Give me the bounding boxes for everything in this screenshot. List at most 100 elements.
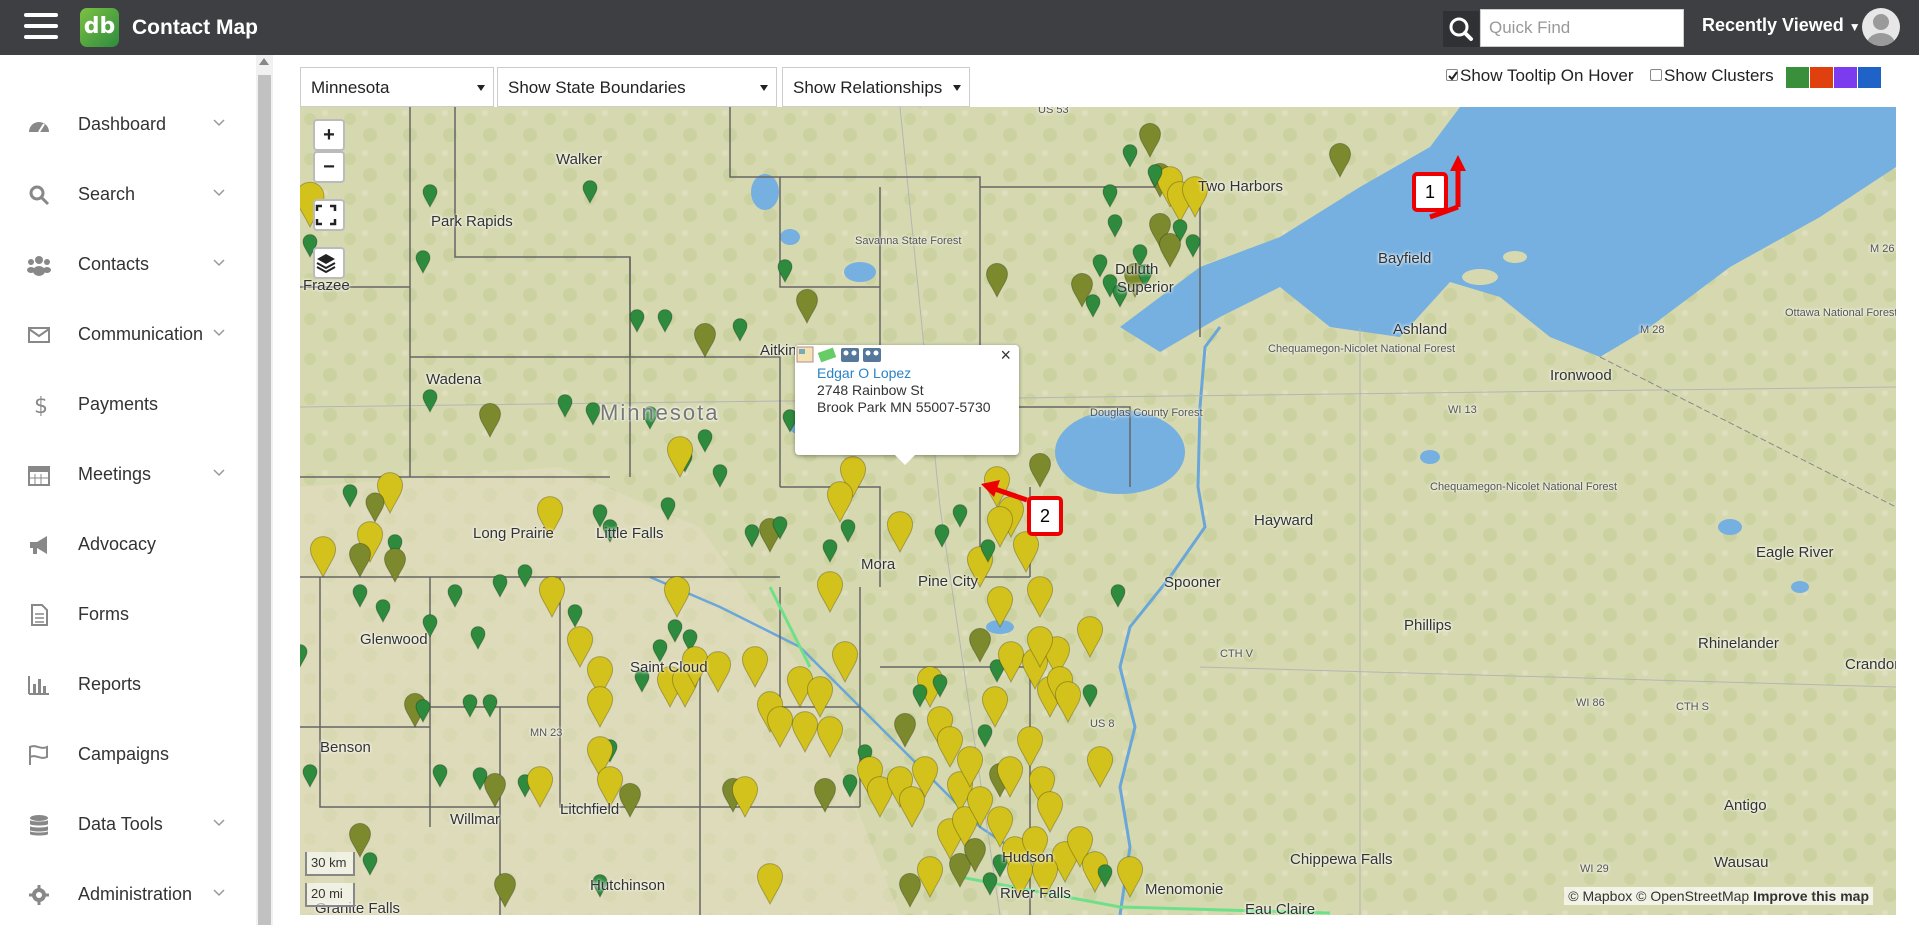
clusters-label: Show Clusters xyxy=(1664,66,1774,85)
sidebar-scrollbar-thumb[interactable] xyxy=(258,75,271,925)
search-icon[interactable] xyxy=(1443,11,1479,47)
place-label: Long Prairie xyxy=(473,525,554,542)
scale-km: 30 km xyxy=(305,852,355,876)
sidebar-item-label: Meetings xyxy=(78,464,152,484)
app-logo[interactable]: db xyxy=(80,8,119,47)
database-icon xyxy=(30,815,48,836)
place-label: Crandon xyxy=(1845,656,1896,673)
sidebar-item-reports[interactable]: Reports xyxy=(0,650,256,720)
place-label: Rhinelander xyxy=(1698,635,1779,652)
boundaries-select[interactable]: Show State Boundaries xyxy=(497,67,777,107)
scroll-up-arrow-icon[interactable] xyxy=(259,58,269,65)
road-label: US 8 xyxy=(1090,718,1115,730)
sidebar: Dashboard Search Contacts Communication … xyxy=(0,55,256,925)
color-swatch-purple[interactable] xyxy=(1834,67,1857,88)
place-label: Hudson xyxy=(1002,849,1054,866)
tooltip-label: Show Tooltip On Hover xyxy=(1460,66,1634,85)
forest-label: Chequamegon-Nicolet National Forest xyxy=(1430,481,1618,493)
place-label: Walker xyxy=(556,151,603,168)
group-icon[interactable] xyxy=(841,348,859,362)
hamburger-menu-icon[interactable] xyxy=(24,13,58,41)
forest-label: Chequamegon-Nicolet National Forest xyxy=(1268,343,1456,355)
sidebar-item-label: Advocacy xyxy=(78,534,157,554)
place-label: Saint Cloud xyxy=(630,659,708,676)
place-label: Wadena xyxy=(426,371,482,388)
fullscreen-icon xyxy=(315,204,337,226)
place-label: Willmar xyxy=(450,811,500,828)
sidebar-item-label: Search xyxy=(78,184,136,204)
sidebar-item-data-tools[interactable]: Data Tools xyxy=(0,790,256,860)
place-label: Chippewa Falls xyxy=(1290,851,1393,868)
users-icon xyxy=(27,256,51,276)
sidebar-item-campaigns[interactable]: Campaigns xyxy=(0,720,256,790)
place-label: Superior xyxy=(1117,279,1174,296)
user-avatar[interactable] xyxy=(1862,8,1900,46)
state-select[interactable]: Minnesota xyxy=(300,67,494,107)
place-label: Antigo xyxy=(1724,797,1767,814)
sidebar-item-label: Payments xyxy=(78,394,159,414)
relationships-select[interactable]: Show Relationships xyxy=(782,67,970,107)
sidebar-item-advocacy[interactable]: Advocacy xyxy=(0,510,256,580)
place-label: Aitkin xyxy=(760,342,797,359)
place-label: Park Rapids xyxy=(431,213,513,230)
sidebar-item-label: Dashboard xyxy=(78,114,167,134)
place-label: Pine City xyxy=(918,573,979,590)
clusters-checkbox[interactable] xyxy=(1650,69,1662,81)
road-label: M 28 xyxy=(1640,324,1665,336)
color-swatch-orange[interactable] xyxy=(1810,67,1833,88)
sidebar-item-search[interactable]: Search xyxy=(0,160,256,230)
contact-address-line1: 2748 Rainbow St xyxy=(817,382,924,398)
sidebar-item-contacts[interactable]: Contacts xyxy=(0,230,256,300)
chevron-down-icon xyxy=(213,119,225,127)
profile-card-icon[interactable] xyxy=(796,346,814,363)
road-label: M 26 xyxy=(1870,243,1895,255)
chevron-down-icon xyxy=(213,189,225,197)
caret-down-icon: ▼ xyxy=(1848,20,1861,34)
sidebar-item-administration[interactable]: Administration xyxy=(0,860,256,930)
place-label: River Falls xyxy=(1000,885,1071,902)
recently-viewed-dropdown[interactable]: Recently Viewed ▼ xyxy=(1702,15,1861,36)
sidebar-item-dashboard[interactable]: Dashboard xyxy=(0,90,256,160)
place-label: Duluth xyxy=(1115,261,1159,278)
attribution-text: © Mapbox © OpenStreetMap xyxy=(1568,888,1750,904)
color-swatch-green[interactable] xyxy=(1786,67,1809,88)
road-label: CTH V xyxy=(1220,648,1253,660)
chevron-down-icon xyxy=(213,889,225,897)
contact-map[interactable]: + − Walker Park Rapids Two Harbors Dulut… xyxy=(300,107,1896,915)
tooltip-checkbox[interactable] xyxy=(1446,69,1458,81)
file-icon xyxy=(31,604,48,626)
place-label: Benson xyxy=(320,739,371,756)
place-label: Frazee xyxy=(303,277,350,294)
recently-viewed-label: Recently Viewed xyxy=(1702,15,1844,35)
zoom-in-button[interactable]: + xyxy=(313,119,345,151)
place-label: Two Harbors xyxy=(1198,178,1284,195)
boundaries-select-value: Show State Boundaries xyxy=(508,78,686,97)
fullscreen-button[interactable] xyxy=(313,199,345,231)
clusters-toggle[interactable]: Show Clusters xyxy=(1650,66,1774,86)
zoom-out-button[interactable]: − xyxy=(313,151,345,183)
group-icon[interactable] xyxy=(863,348,881,362)
improve-map-link[interactable]: Improve this map xyxy=(1753,888,1869,904)
annotation-callout-1: 1 xyxy=(1412,172,1448,212)
color-swatch-blue[interactable] xyxy=(1858,67,1881,88)
tooltip-toggle[interactable]: Show Tooltip On Hover xyxy=(1446,66,1634,86)
caret-down-icon xyxy=(760,85,768,91)
popup-close-button[interactable]: × xyxy=(1000,346,1011,364)
search-icon xyxy=(29,185,50,206)
road-label: WI 86 xyxy=(1576,697,1605,709)
quick-find-input[interactable]: Quick Find xyxy=(1480,9,1684,47)
chevron-down-icon xyxy=(213,819,225,827)
money-icon[interactable] xyxy=(817,347,837,363)
layers-button[interactable] xyxy=(313,247,345,279)
place-label: Ashland xyxy=(1393,321,1448,338)
sidebar-item-label: Data Tools xyxy=(78,814,163,834)
sidebar-item-forms[interactable]: Forms xyxy=(0,580,256,650)
sidebar-item-label: Administration xyxy=(78,884,193,904)
place-label: Wausau xyxy=(1714,854,1769,871)
sidebar-item-payments[interactable]: $ Payments xyxy=(0,370,256,440)
sidebar-item-label: Forms xyxy=(78,604,129,624)
place-label: Little Falls xyxy=(596,525,664,542)
sidebar-item-meetings[interactable]: Meetings xyxy=(0,440,256,510)
contact-name-link[interactable]: Edgar O Lopez xyxy=(817,365,997,382)
sidebar-item-communication[interactable]: Communication xyxy=(0,300,256,370)
